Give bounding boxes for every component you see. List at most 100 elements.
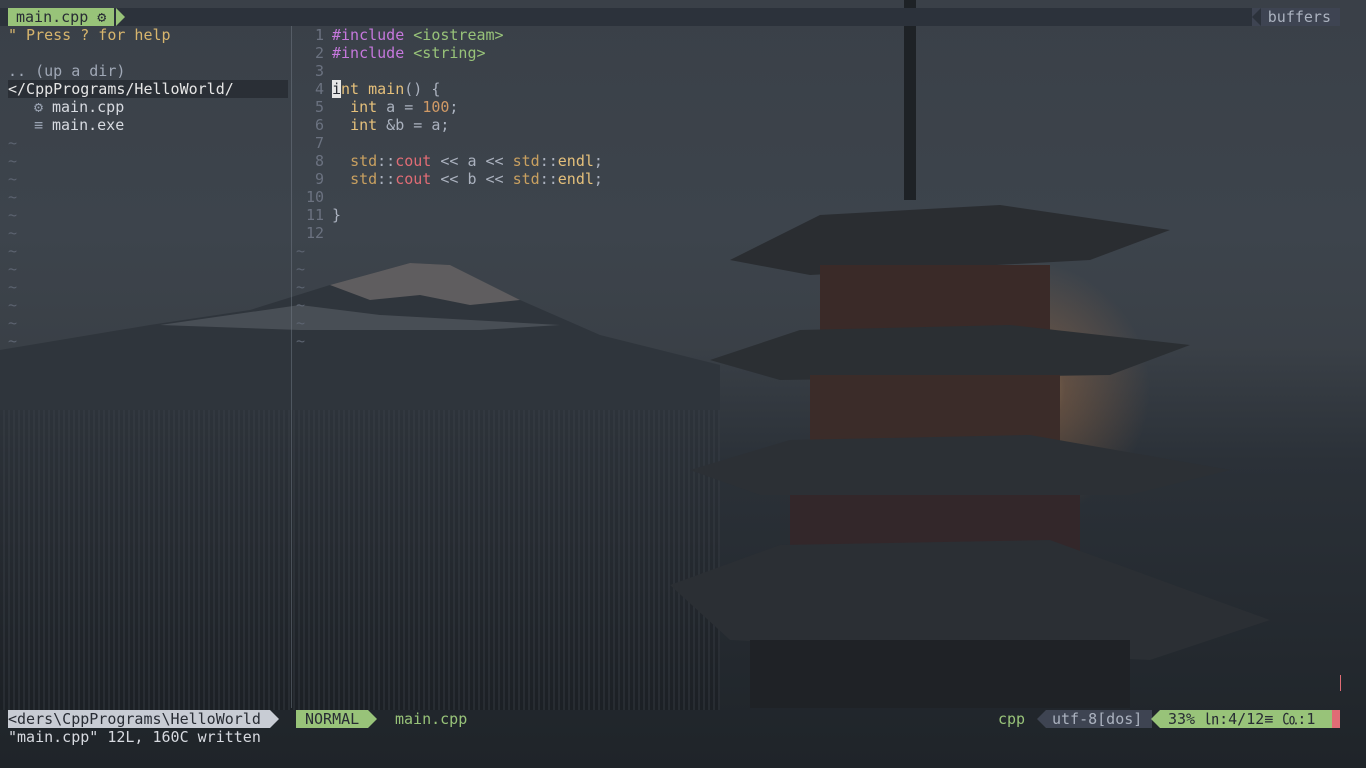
line-number: 7 <box>314 134 324 152</box>
statusline-filetype: cpp <box>998 710 1026 728</box>
statusline: <ders\CppPrograms\HelloWorld NORMAL main… <box>0 710 1340 728</box>
line-number: 12 <box>305 224 324 242</box>
line-number: 2 <box>314 44 324 62</box>
code-token: cout <box>395 152 432 170</box>
command-line[interactable]: "main.cpp" 12L, 160C written <box>8 728 261 746</box>
statusline-cwd: <ders\CppPrograms\HelloWorld <box>8 710 270 728</box>
line-number: 1 <box>314 26 324 44</box>
statusline-filename: main.cpp <box>395 710 468 728</box>
tree-file-main-cpp[interactable]: ⚙ main.cpp <box>8 98 288 116</box>
editor-empty-line: ~ <box>296 296 306 314</box>
code-line: 11} <box>296 206 1336 224</box>
code-line: 12 <box>296 224 1336 242</box>
text-cursor: i <box>332 80 342 98</box>
code-token: <string> <box>413 44 486 62</box>
statusline-separator <box>368 710 377 728</box>
code-line: 1 #include <iostream> <box>296 26 1336 44</box>
code-token: } <box>332 206 342 224</box>
tree-current-dir[interactable]: </CppPrograms/HelloWorld/ <box>8 80 288 98</box>
line-number: 4 <box>314 80 324 98</box>
tree-file-main-exe[interactable]: ≡ main.exe <box>8 116 288 134</box>
editor-empty-line: ~ <box>296 260 306 278</box>
code-token: std <box>350 170 378 188</box>
tabline: main.cpp ⚙ buffers <box>0 8 1340 26</box>
code-token: cout <box>395 170 432 188</box>
code-token: << a << <box>431 152 513 170</box>
mode-indicator: NORMAL <box>296 710 369 728</box>
editor-empty-line: ~ <box>296 332 306 350</box>
code-token: nt <box>341 80 360 98</box>
tree-up-dir[interactable]: .. (up a dir) <box>8 62 288 80</box>
tree-empty-line: ~ <box>8 242 18 260</box>
code-token: #include <box>332 26 405 44</box>
statusline-separator <box>270 710 279 728</box>
code-line: 6 int &b = a; <box>296 116 1336 134</box>
tree-empty-line: ~ <box>8 188 18 206</box>
code-token: main <box>368 80 405 98</box>
nerdtree-panel: " Press ? for help .. (up a dir) </CppPr… <box>8 26 288 350</box>
code-token: ; <box>593 152 603 170</box>
code-token: ; <box>593 170 603 188</box>
line-number: 5 <box>314 98 324 116</box>
code-line: 2 #include <string> <box>296 44 1336 62</box>
tree-file-label: main.cpp <box>52 98 125 116</box>
line-number: 9 <box>314 170 324 188</box>
code-line: 3 <box>296 62 1336 80</box>
code-token: :: <box>539 152 558 170</box>
code-token: ; <box>449 98 459 116</box>
tree-empty-line: ~ <box>8 296 18 314</box>
cpp-file-icon: ⚙ <box>34 98 44 116</box>
code-token: int <box>350 98 378 116</box>
code-token: std <box>350 152 378 170</box>
vertical-split[interactable] <box>291 26 292 708</box>
tree-empty-line: ~ <box>8 314 18 332</box>
code-token: () { <box>404 80 441 98</box>
exe-file-icon: ≡ <box>34 116 44 134</box>
scroll-marker <box>1340 675 1341 691</box>
cpp-file-icon: ⚙ <box>97 8 107 26</box>
tab-separator <box>116 8 125 26</box>
code-line: 8 std::cout << a << std::endl; <box>296 152 1336 170</box>
code-token: #include <box>332 44 405 62</box>
tree-empty-line: ~ <box>8 134 18 152</box>
code-token: std <box>512 170 540 188</box>
code-token: <iostream> <box>413 26 504 44</box>
editor-empty-line: ~ <box>296 242 306 260</box>
tree-blank <box>8 44 288 62</box>
tree-file-label: main.exe <box>52 116 125 134</box>
tree-empty-line: ~ <box>8 206 18 224</box>
tree-empty-line: ~ <box>8 224 18 242</box>
tree-empty-line: ~ <box>8 152 18 170</box>
code-token: a = <box>377 98 423 116</box>
editor-empty-line: ~ <box>296 278 306 296</box>
code-token: :: <box>377 152 396 170</box>
code-token: :: <box>377 170 396 188</box>
code-token: 100 <box>422 98 450 116</box>
tab-main-cpp[interactable]: main.cpp ⚙ <box>8 8 115 26</box>
code-token: std <box>512 152 540 170</box>
code-line: 5 int a = 100; <box>296 98 1336 116</box>
code-line: 4 int main() { <box>296 80 1336 98</box>
line-number: 3 <box>314 62 324 80</box>
code-token: << b << <box>431 170 513 188</box>
code-token: :: <box>539 170 558 188</box>
statusline-encoding: utf-8[dos] <box>1037 710 1152 728</box>
vim-window: main.cpp ⚙ buffers " Press ? for help ..… <box>0 0 1366 768</box>
code-token: endl <box>557 170 594 188</box>
code-line: 7 <box>296 134 1336 152</box>
line-number: 10 <box>305 188 324 206</box>
buffers-label: buffers <box>1251 8 1340 26</box>
code-line: 9 std::cout << b << std::endl; <box>296 170 1336 188</box>
code-line: 10 <box>296 188 1336 206</box>
line-number: 11 <box>305 206 324 224</box>
code-token: &b = a; <box>377 116 450 134</box>
statusline-position: 33% ㏑:4/12≡ ㏇:1 <box>1151 710 1332 728</box>
tab-label: main.cpp <box>16 8 89 26</box>
tree-empty-line: ~ <box>8 278 18 296</box>
tree-empty-line: ~ <box>8 260 18 278</box>
line-number: 6 <box>314 116 324 134</box>
editor-empty-line: ~ <box>296 314 306 332</box>
tree-help-text: " Press ? for help <box>8 26 171 44</box>
line-number: 8 <box>314 152 324 170</box>
code-editor[interactable]: 1 #include <iostream> 2 #include <string> … <box>296 26 1336 350</box>
